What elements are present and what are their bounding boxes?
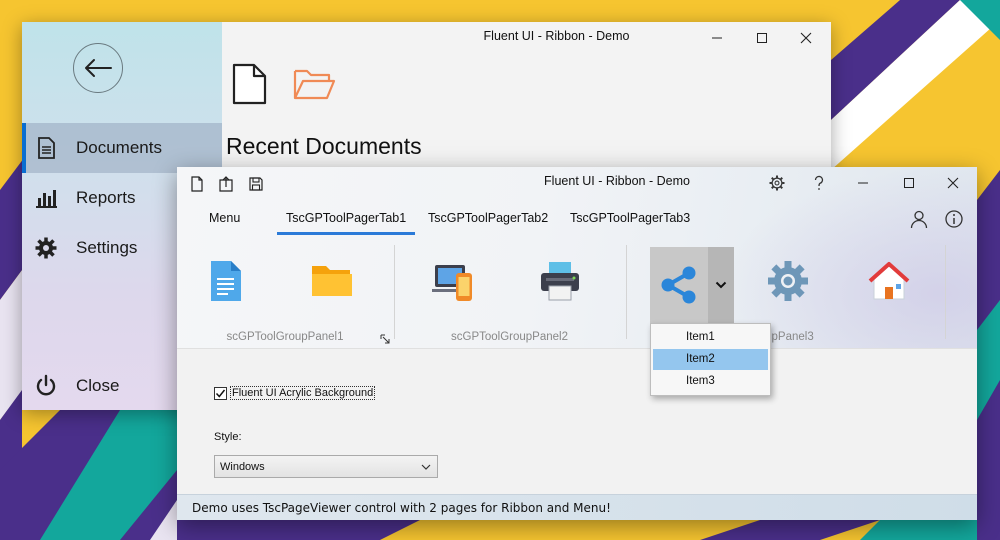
chevron-down-icon xyxy=(421,464,431,470)
group-label-2: scGPToolGroupPanel2 xyxy=(451,331,568,343)
ribbon-devices-button[interactable] xyxy=(430,257,478,305)
folder-icon xyxy=(312,266,352,296)
gear-icon xyxy=(768,261,808,301)
settings-icon xyxy=(769,175,785,191)
checkmark-icon xyxy=(215,389,226,398)
user-icon[interactable] xyxy=(909,209,929,229)
nav-item-label: Close xyxy=(76,376,120,395)
ribbon-document-button[interactable] xyxy=(201,257,249,305)
status-bar: Demo uses TscPageViewer control with 2 p… xyxy=(177,494,977,520)
page-heading: Recent Documents xyxy=(226,133,422,159)
maximize-button[interactable] xyxy=(740,24,784,52)
back-arrow-icon xyxy=(85,59,112,77)
maximize-icon xyxy=(757,33,767,43)
back-button[interactable] xyxy=(73,43,123,93)
ribbon-folder-button[interactable] xyxy=(308,257,356,305)
style-select[interactable]: Windows xyxy=(214,455,438,478)
share-dropdown-menu: Item1 Item2 Item3 xyxy=(650,323,771,396)
tab-pager-3[interactable]: TscGPToolPagerTab3 xyxy=(570,211,690,235)
group-label-1: scGPToolGroupPanel1 xyxy=(226,331,344,343)
nav-item-label: Documents xyxy=(76,138,162,157)
close-icon xyxy=(947,177,959,189)
ribbon-home-button[interactable] xyxy=(865,257,913,305)
dialog-launcher-icon[interactable] xyxy=(380,334,390,344)
minimize-icon xyxy=(712,37,722,39)
checkbox-box[interactable] xyxy=(214,386,227,400)
maximize-icon xyxy=(904,178,914,188)
checkbox-label[interactable]: Fluent UI Acrylic Background xyxy=(230,386,376,400)
chevron-down-icon xyxy=(715,281,727,289)
dropdown-item-3[interactable]: Item3 xyxy=(653,371,768,392)
share-split-button[interactable] xyxy=(650,247,708,323)
nav-item-label: Settings xyxy=(76,238,138,257)
maximize-button[interactable] xyxy=(887,170,931,196)
minimize-button[interactable] xyxy=(695,24,739,52)
info-icon[interactable] xyxy=(944,209,964,229)
gear-icon xyxy=(35,237,57,259)
close-icon xyxy=(800,32,812,44)
document-icon xyxy=(211,261,241,301)
new-document-icon[interactable] xyxy=(228,62,272,106)
dropdown-item-2[interactable]: Item2 xyxy=(653,349,768,370)
tab-menu[interactable]: Menu xyxy=(209,211,240,235)
group-separator xyxy=(945,245,946,339)
tab-pager-2[interactable]: TscGPToolPagerTab2 xyxy=(428,211,548,235)
help-button[interactable] xyxy=(797,170,841,196)
nav-item-label: Reports xyxy=(76,188,136,207)
nav-item-documents[interactable]: Documents xyxy=(22,123,222,173)
share-dropdown-arrow[interactable] xyxy=(708,247,734,323)
share-icon xyxy=(661,266,696,304)
ribbon-window: Fluent UI - Ribbon - Demo Menu TscGPTool… xyxy=(177,167,977,520)
open-folder-icon[interactable] xyxy=(292,62,336,106)
acrylic-checkbox[interactable]: Fluent UI Acrylic Background xyxy=(214,386,376,400)
close-button[interactable] xyxy=(784,24,828,52)
bar-chart-icon xyxy=(36,190,57,208)
printer-icon xyxy=(541,262,579,301)
minimize-button[interactable] xyxy=(841,170,885,196)
devices-icon xyxy=(432,265,472,301)
help-icon xyxy=(814,175,824,190)
ribbon-printer-button[interactable] xyxy=(536,257,584,305)
status-text: Demo uses TscPageViewer control with 2 p… xyxy=(192,501,611,515)
minimize-icon xyxy=(858,182,868,184)
home-icon xyxy=(868,262,910,300)
page-content: Fluent UI Acrylic Background Style: Wind… xyxy=(177,348,977,494)
group-separator xyxy=(394,245,395,339)
power-icon xyxy=(36,374,56,396)
ribbon-gear-button[interactable] xyxy=(764,257,812,305)
document-icon xyxy=(38,137,55,159)
style-select-value: Windows xyxy=(220,461,265,473)
dropdown-item-1[interactable]: Item1 xyxy=(653,327,768,348)
close-button[interactable] xyxy=(931,170,975,196)
tab-pager-1[interactable]: TscGPToolPagerTab1 xyxy=(276,211,416,235)
style-label: Style: xyxy=(214,431,242,443)
group-separator xyxy=(626,245,627,339)
settings-button[interactable] xyxy=(755,170,799,196)
